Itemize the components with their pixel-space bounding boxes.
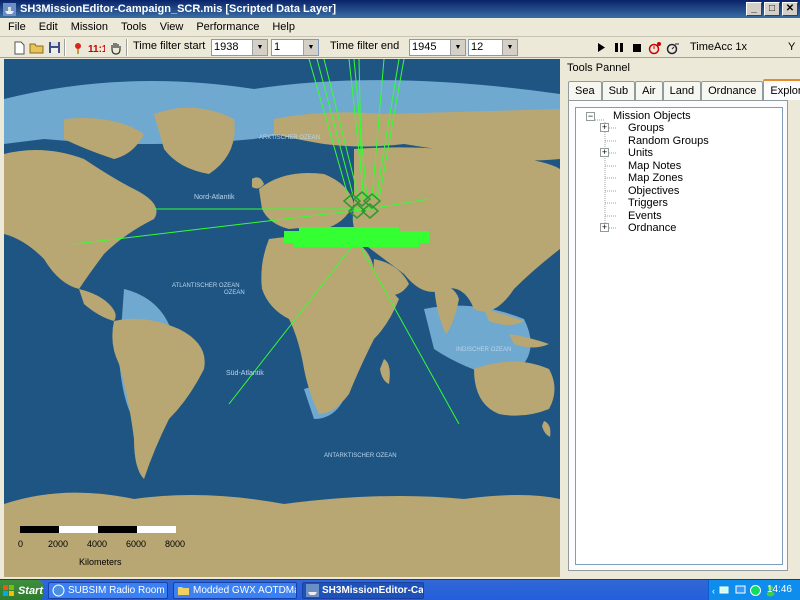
maximize-icon: □: [768, 3, 776, 14]
tab-ordnance[interactable]: Ordnance: [701, 81, 764, 100]
end-month-value: 12: [471, 41, 484, 53]
tools-tabs: Sea Sub Air Land Ordnance Explorer: [568, 79, 800, 100]
menu-help[interactable]: Help: [272, 21, 295, 33]
window-title: SH3MissionEditor-Campaign_SCR.mis [Scrip…: [20, 3, 337, 15]
label-atlantic: ATLANTISCHER OZEAN: [172, 283, 240, 289]
end-year-select[interactable]: 1945 ▼: [409, 39, 466, 56]
end-month-select[interactable]: 12 ▼: [468, 39, 518, 56]
tree-item-triggers[interactable]: Triggers: [628, 197, 668, 210]
time-filter-start-label: Time filter start: [133, 40, 206, 52]
record-icon[interactable]: [647, 40, 662, 55]
task-editor-label: SH3MissionEditor-Ca...: [322, 585, 424, 596]
tree-item-ordnance[interactable]: Ordnance: [628, 222, 676, 235]
start-month-select[interactable]: 1 ▼: [271, 39, 319, 56]
chevron-down-icon[interactable]: ▼: [252, 40, 267, 55]
scale-tick-6000: 6000: [126, 539, 146, 549]
pause-icon[interactable]: [611, 40, 626, 55]
label-arctic: ARKTISCHER OZEAN: [259, 135, 320, 141]
chevron-down-icon[interactable]: ▼: [450, 40, 465, 55]
menu-view[interactable]: View: [160, 21, 184, 33]
stop-icon[interactable]: [629, 40, 644, 55]
chevron-down-icon[interactable]: ▼: [502, 40, 517, 55]
taskbar: Start SUBSIM Radio Room For... Modded GW…: [0, 579, 800, 600]
expand-icon[interactable]: +: [600, 123, 609, 132]
browser-icon: [52, 584, 65, 597]
maximize-button[interactable]: □: [764, 2, 780, 16]
minimize-button[interactable]: _: [746, 2, 762, 16]
system-tray: ‹ 14:46: [708, 580, 800, 600]
clock: 14:46: [766, 584, 792, 595]
start-button[interactable]: Start: [0, 580, 43, 600]
task-mission-editor[interactable]: SH3MissionEditor-Ca...: [302, 582, 424, 599]
menu-edit[interactable]: Edit: [39, 21, 58, 33]
menu-file[interactable]: File: [8, 21, 26, 33]
globe-icon[interactable]: [749, 584, 762, 597]
tab-sea[interactable]: Sea: [568, 81, 602, 100]
minimize-icon: _: [751, 3, 757, 14]
arrow-left-icon[interactable]: ‹: [712, 586, 715, 596]
scale-unit: Kilometers: [79, 557, 122, 567]
scale-tick-4000: 4000: [87, 539, 107, 549]
toolbar: 11:11 Time filter start 1938 ▼ 1 ▼ Time …: [0, 37, 800, 58]
windows-logo-icon: [3, 584, 14, 596]
ship-icon: [3, 2, 16, 16]
tree-item-map-zones[interactable]: Map Zones: [628, 172, 683, 185]
monitor-icon[interactable]: [734, 584, 747, 597]
tools-panel-title: Tools Pannel: [567, 62, 630, 74]
chevron-down-icon[interactable]: ▼: [303, 40, 318, 55]
task-gwx-label: Modded GWX AOTDMax: [193, 585, 297, 596]
task-subsim-label: SUBSIM Radio Room For...: [68, 585, 167, 596]
open-folder-icon[interactable]: [29, 40, 44, 55]
explorer-tree[interactable]: − Mission Objects + Groups Random Groups…: [575, 107, 783, 565]
svg-text:11:11: 11:11: [88, 44, 105, 54]
menu-tools[interactable]: Tools: [121, 21, 147, 33]
scale-tick-8000: 8000: [165, 539, 185, 549]
label-atlantic-second: OZEAN: [224, 290, 245, 296]
task-gwx-folder[interactable]: Modded GWX AOTDMax: [173, 582, 297, 599]
new-file-icon[interactable]: [12, 40, 27, 55]
menu-bar: File Edit Mission Tools View Performance…: [0, 18, 800, 37]
title-bar: SH3MissionEditor-Campaign_SCR.mis [Scrip…: [0, 0, 800, 18]
expand-icon[interactable]: +: [600, 223, 609, 232]
folder-icon: [178, 587, 189, 595]
tab-land[interactable]: Land: [662, 81, 702, 100]
label-antarctic: ANTARKTISCHER OZEAN: [324, 453, 397, 459]
start-year-select[interactable]: 1938 ▼: [211, 39, 268, 56]
expand-icon[interactable]: +: [600, 148, 609, 157]
start-label: Start: [17, 584, 43, 597]
scale-tick-2000: 2000: [48, 539, 68, 549]
save-icon[interactable]: [47, 40, 62, 55]
menu-performance[interactable]: Performance: [196, 21, 259, 33]
tab-explorer[interactable]: Explorer: [763, 79, 800, 100]
label-indian: INDISCHER OZEAN: [456, 347, 511, 353]
tree-item-groups[interactable]: Groups: [628, 122, 664, 135]
label-north-atlantic: Nord-Atlantik: [194, 194, 235, 201]
label-south-atlantic: Süd-Atlantik: [226, 370, 264, 377]
menu-mission[interactable]: Mission: [71, 21, 108, 33]
end-year-value: 1945: [412, 41, 437, 53]
close-icon: ✕: [785, 3, 795, 14]
ship-icon: [306, 584, 319, 597]
scale-tick-0: 0: [18, 539, 23, 549]
red-units-icon[interactable]: 11:11: [88, 40, 105, 55]
settings-icon[interactable]: [665, 40, 680, 55]
close-button[interactable]: ✕: [782, 2, 798, 16]
world-map[interactable]: ARKTISCHER OZEAN Nord-Atlantik ATLANTISC…: [4, 59, 560, 577]
tab-sub[interactable]: Sub: [601, 81, 636, 100]
hand-pan-icon[interactable]: [108, 40, 123, 55]
y-label: Y: [788, 41, 796, 53]
pin-icon[interactable]: [70, 40, 85, 55]
start-month-value: 1: [274, 41, 281, 53]
time-acceleration-label: TimeAcc 1x: [690, 41, 748, 53]
time-filter-end-label: Time filter end: [330, 40, 400, 52]
start-year-value: 1938: [214, 41, 239, 53]
collapse-icon[interactable]: −: [586, 112, 595, 121]
tree-item-units[interactable]: Units: [628, 147, 653, 160]
task-subsim[interactable]: SUBSIM Radio Room For...: [48, 582, 168, 599]
play-icon[interactable]: [593, 40, 608, 55]
tab-air[interactable]: Air: [635, 81, 663, 100]
network-icon[interactable]: [719, 584, 732, 597]
